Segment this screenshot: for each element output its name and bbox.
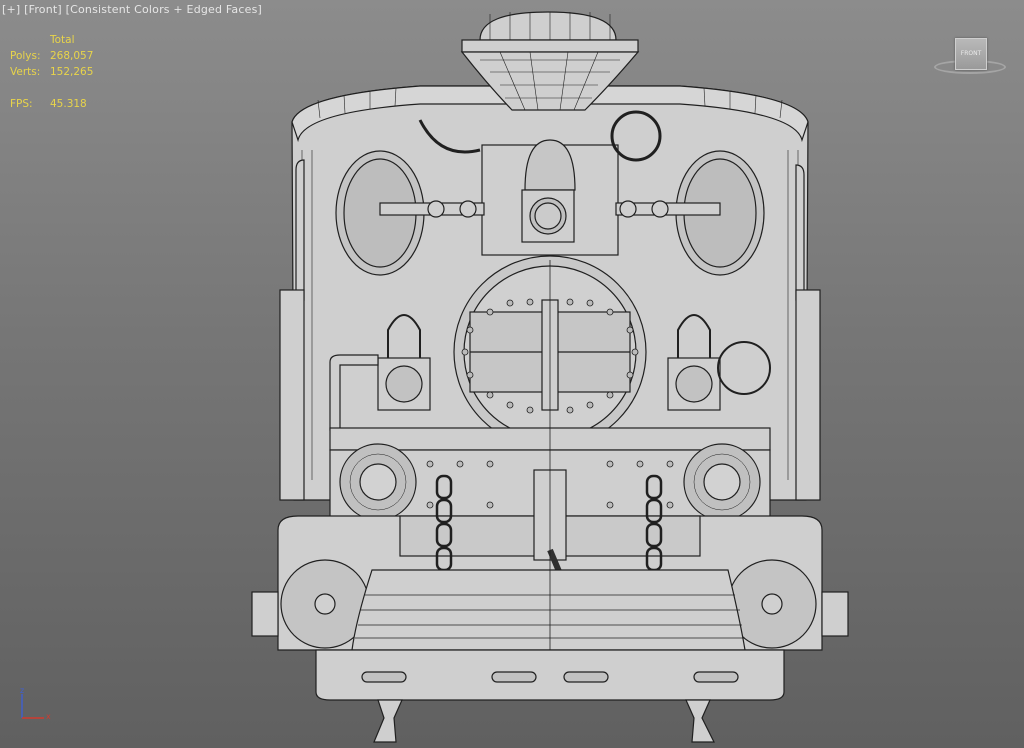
right-foot — [685, 699, 715, 743]
front-viewport[interactable]: [+] [Front] [Consistent Colors + Edged F… — [0, 0, 1024, 748]
axis-x-label: x — [46, 712, 51, 721]
axis-z-label: z — [20, 686, 25, 695]
viewcube-front-face[interactable]: FRONT — [955, 38, 987, 70]
right-side-column — [795, 289, 821, 501]
locomotive-wireframe-model[interactable] — [0, 0, 1024, 748]
axis-tripod-icon: z x — [12, 686, 62, 726]
left-side-pipe — [295, 159, 305, 301]
right-axle-end — [821, 591, 849, 637]
left-side-column — [279, 289, 305, 501]
right-side-pipe — [795, 164, 805, 301]
chimney-cap — [479, 11, 617, 41]
viewcube[interactable]: FRONT — [934, 36, 1008, 78]
left-foot — [373, 699, 403, 743]
left-axle-end — [251, 591, 279, 637]
